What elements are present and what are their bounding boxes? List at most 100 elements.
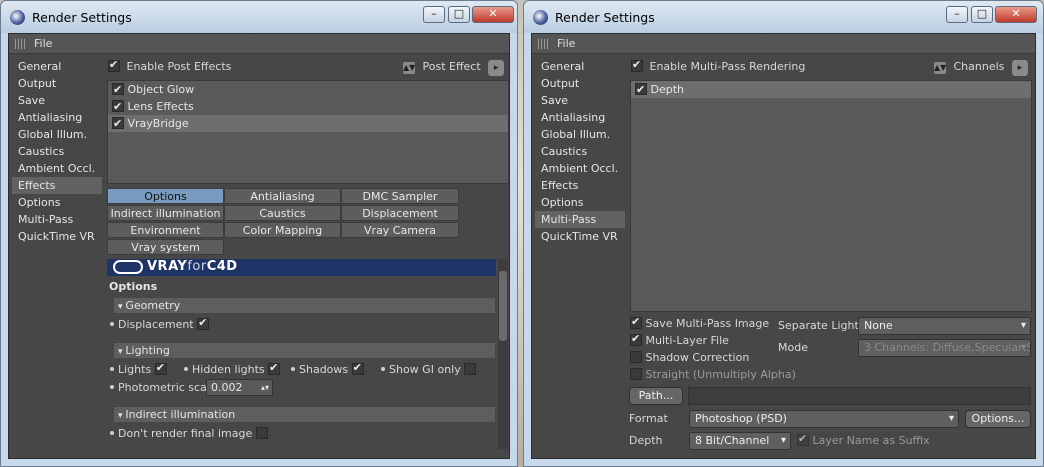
vertical-scrollbar[interactable]: [498, 259, 508, 449]
sidebar-item-quicktime-vr[interactable]: QuickTime VR: [535, 228, 625, 245]
geometry-section[interactable]: Geometry: [114, 298, 495, 313]
sidebar-item-save[interactable]: Save: [535, 92, 625, 109]
list-item[interactable]: Depth: [631, 81, 1031, 98]
post-effect-dropdown[interactable]: ▲▼ Post Effect ▸: [403, 60, 505, 76]
sidebar-item-caustics[interactable]: Caustics: [12, 143, 102, 160]
save-multi-pass-checkbox[interactable]: [630, 315, 642, 329]
shadow-correction-row: Shadow Correction: [630, 351, 749, 364]
path-input[interactable]: [688, 387, 1031, 405]
lens-effects-checkbox[interactable]: [112, 98, 124, 115]
sidebar-item-antialiasing[interactable]: Antialiasing: [535, 109, 625, 126]
multi-layer-checkbox[interactable]: [630, 332, 642, 346]
sidebar-item-general[interactable]: General: [12, 58, 102, 75]
sidebar-item-output[interactable]: Output: [12, 75, 102, 92]
enable-multi-pass-checkbox[interactable]: [631, 58, 643, 72]
tab-vray-camera[interactable]: Vray Camera: [341, 222, 459, 238]
close-button[interactable]: ✕: [995, 6, 1037, 23]
depth-dropdown[interactable]: 8 Bit/Channel: [689, 432, 791, 450]
tab-indirect-illumination[interactable]: Indirect illumination (GI): [107, 205, 224, 236]
chevron-right-icon[interactable]: ▸: [488, 60, 505, 76]
sidebar-item-general[interactable]: General: [535, 58, 625, 75]
save-multi-pass-row: Save Multi-Pass Image: [630, 315, 770, 330]
enable-post-effects-checkbox[interactable]: [108, 58, 120, 72]
hidden-lights-checkbox[interactable]: [268, 361, 281, 375]
bullet-icon: [110, 385, 114, 389]
indirect-illumination-section[interactable]: Indirect illumination: [114, 407, 495, 422]
sidebar-item-output[interactable]: Output: [535, 75, 625, 92]
chevron-right-icon[interactable]: ▸: [1011, 60, 1028, 76]
photometric-scale-input[interactable]: 0.002 ▴▾: [206, 379, 273, 396]
stepper-arrows-icon[interactable]: ▴▾: [261, 380, 269, 395]
title-bar[interactable]: Render Settings – □ ✕: [1, 1, 517, 33]
sidebar-item-ambient-occl[interactable]: Ambient Occl.: [12, 160, 102, 177]
grip-icon[interactable]: [15, 39, 27, 49]
show-gi-only-checkbox[interactable]: [464, 363, 477, 375]
list-item-label: VrayBridge: [127, 117, 189, 130]
post-effects-list: Object Glow Lens Effects VrayBridge: [107, 80, 509, 184]
shadow-correction-checkbox[interactable]: [630, 351, 642, 363]
close-button[interactable]: ✕: [472, 6, 514, 23]
tab-displacement[interactable]: Displacement: [341, 205, 459, 221]
format-dropdown[interactable]: Photoshop (PSD): [689, 410, 959, 428]
menu-bar: File: [9, 34, 509, 54]
bullet-icon: [110, 367, 114, 371]
minimize-button[interactable]: –: [946, 6, 968, 23]
sidebar-item-effects[interactable]: Effects: [12, 177, 102, 194]
layer-name-suffix-checkbox[interactable]: [797, 432, 809, 446]
vraybridge-checkbox[interactable]: [112, 115, 124, 132]
dont-render-checkbox[interactable]: [255, 427, 268, 439]
tab-vray-system[interactable]: Vray system: [107, 239, 224, 255]
displacement-checkbox[interactable]: [197, 316, 210, 330]
sidebar-item-caustics[interactable]: Caustics: [535, 143, 625, 160]
grip-icon[interactable]: [538, 39, 550, 49]
lights-checkbox[interactable]: [154, 361, 167, 375]
sidebar-item-global-illum[interactable]: Global Illum.: [12, 126, 102, 143]
lighting-section[interactable]: Lighting: [114, 343, 495, 358]
menu-file[interactable]: File: [34, 37, 52, 50]
sort-arrows-icon[interactable]: ▲▼: [403, 62, 415, 74]
save-multi-pass-label: Save Multi-Pass Image: [645, 317, 770, 330]
straight-checkbox[interactable]: [630, 368, 642, 380]
list-item[interactable]: Lens Effects: [108, 98, 508, 115]
title-bar[interactable]: Render Settings – □ ✕: [524, 1, 1043, 33]
bullet-icon: [110, 322, 114, 326]
maximize-button[interactable]: □: [448, 6, 470, 23]
show-gi-only-label: Show GI only: [389, 363, 461, 376]
bullet-icon: [184, 367, 188, 371]
sidebar-item-options[interactable]: Options: [535, 194, 625, 211]
tab-environment[interactable]: Environment: [107, 222, 224, 238]
menu-file[interactable]: File: [557, 37, 575, 50]
sidebar-item-ambient-occl[interactable]: Ambient Occl.: [535, 160, 625, 177]
tab-color-mapping[interactable]: Color Mapping: [224, 222, 341, 238]
channels-dropdown[interactable]: ▲▼ Channels ▸: [934, 60, 1028, 76]
sidebar-item-global-illum[interactable]: Global Illum.: [535, 126, 625, 143]
path-button[interactable]: Path...: [629, 387, 683, 405]
sidebar-item-options[interactable]: Options: [12, 194, 102, 211]
sidebar-item-save[interactable]: Save: [12, 92, 102, 109]
tab-caustics[interactable]: Caustics: [224, 205, 341, 221]
sidebar-item-multi-pass[interactable]: Multi-Pass: [535, 211, 625, 228]
mode-dropdown[interactable]: 3 Channels: Diffuse,Specular,Sh: [858, 339, 1031, 357]
maximize-button[interactable]: □: [971, 6, 993, 23]
separate-lights-dropdown[interactable]: None: [858, 317, 1031, 335]
render-settings-window-right: Render Settings – □ ✕ File General Outpu…: [523, 0, 1044, 467]
shadows-checkbox[interactable]: [351, 361, 364, 375]
sidebar-item-antialiasing[interactable]: Antialiasing: [12, 109, 102, 126]
depth-checkbox[interactable]: [635, 81, 647, 98]
sidebar-item-effects[interactable]: Effects: [535, 177, 625, 194]
options-button[interactable]: Options...: [965, 410, 1031, 428]
sort-arrows-icon[interactable]: ▲▼: [934, 62, 946, 74]
sidebar-item-multi-pass[interactable]: Multi-Pass: [12, 211, 102, 228]
minimize-button[interactable]: –: [423, 6, 445, 23]
scrollbar-thumb[interactable]: [499, 271, 507, 341]
tab-options[interactable]: Options: [107, 188, 224, 204]
tab-dmc-sampler[interactable]: DMC Sampler: [341, 188, 459, 204]
object-glow-checkbox[interactable]: [112, 81, 124, 98]
list-item[interactable]: Object Glow: [108, 81, 508, 98]
channels-label: Channels: [953, 60, 1005, 73]
cinema4d-app-icon: [533, 10, 548, 25]
dont-render-row: Don't render final image: [110, 427, 268, 440]
sidebar-item-quicktime-vr[interactable]: QuickTime VR: [12, 228, 102, 245]
tab-antialiasing[interactable]: Antialiasing: [224, 188, 341, 204]
list-item[interactable]: VrayBridge: [108, 115, 508, 132]
